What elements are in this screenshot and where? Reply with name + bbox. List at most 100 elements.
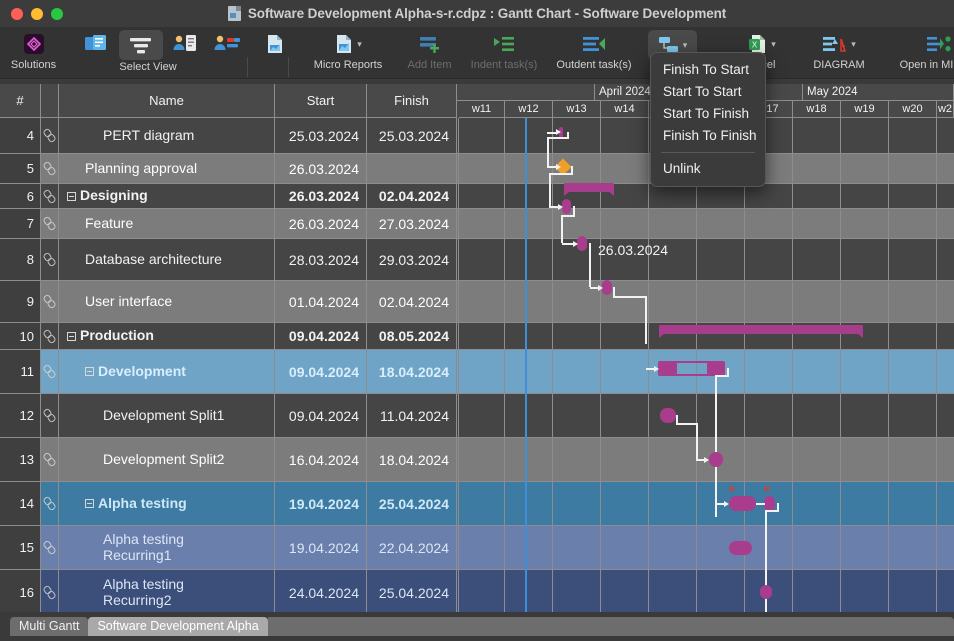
- row-finish-cell[interactable]: 18.04.2024: [367, 350, 457, 394]
- row-name-cell[interactable]: Designing: [59, 184, 275, 209]
- menu-item-start-to-finish[interactable]: Start To Finish: [651, 103, 765, 125]
- link-type-menu[interactable]: Finish To Start Start To Start Start To …: [650, 52, 766, 187]
- row-start-cell[interactable]: 26.03.2024: [275, 209, 367, 239]
- row-finish-cell[interactable]: 02.04.2024: [367, 184, 457, 209]
- row-finish-cell[interactable]: 25.04.2024: [367, 482, 457, 526]
- row-start-cell[interactable]: 09.04.2024: [275, 394, 367, 438]
- toolbar-button-diagram[interactable]: ▾ DIAGRAM: [808, 29, 870, 71]
- row-link-icon-cell[interactable]: [41, 394, 59, 438]
- minimize-button[interactable]: [31, 8, 43, 20]
- toolbar-button-micro-reports[interactable]: ▾ Micro Reports: [305, 29, 391, 71]
- menu-item-start-to-start[interactable]: Start To Start: [651, 81, 765, 103]
- row-finish-cell[interactable]: 25.03.2024: [367, 118, 457, 154]
- row-name-cell[interactable]: Alpha testing Recurring2: [59, 570, 275, 612]
- gantt-bar-feature[interactable]: [562, 199, 571, 214]
- gantt-bar-development-split2[interactable]: [709, 452, 723, 467]
- tab-multi-gantt[interactable]: Multi Gantt: [10, 617, 88, 636]
- column-header-name[interactable]: Name: [59, 84, 275, 118]
- row-name-cell[interactable]: Planning approval: [59, 154, 275, 184]
- gantt-bar-alpha-testing-recurring1[interactable]: [729, 541, 752, 555]
- row-link-icon-cell[interactable]: [41, 281, 59, 323]
- toolbar-button-add-item[interactable]: Add Item: [398, 29, 461, 71]
- row-link-icon-cell[interactable]: [41, 323, 59, 350]
- gantt-bar-database-architecture[interactable]: [577, 236, 587, 251]
- row-name-cell[interactable]: User interface: [59, 281, 275, 323]
- gantt-summary-bar-designing[interactable]: [564, 183, 614, 192]
- row-link-icon-cell[interactable]: [41, 526, 59, 570]
- row-link-icon-cell[interactable]: [41, 118, 59, 154]
- chevron-down-icon[interactable]: ▾: [771, 40, 776, 49]
- row-finish-cell[interactable]: 08.05.2024: [367, 323, 457, 350]
- row-link-icon-cell[interactable]: [41, 184, 59, 209]
- row-finish-cell[interactable]: 22.04.2024: [367, 526, 457, 570]
- row-link-icon-cell[interactable]: [41, 350, 59, 394]
- menu-item-finish-to-start[interactable]: Finish To Start: [651, 59, 765, 81]
- column-header-icon[interactable]: [41, 84, 59, 118]
- toolbar-button-open-in-mindmanager[interactable]: Open in MINDM: [884, 29, 954, 71]
- row-start-cell[interactable]: 26.03.2024: [275, 154, 367, 184]
- row-start-cell[interactable]: 24.04.2024: [275, 570, 367, 612]
- row-expander-icon[interactable]: [67, 192, 76, 201]
- row-name-cell[interactable]: PERT diagram: [59, 118, 275, 154]
- toolbar-button-report-page[interactable]: [261, 29, 289, 59]
- row-finish-cell[interactable]: 11.04.2024: [367, 394, 457, 438]
- row-link-icon-cell[interactable]: [41, 570, 59, 612]
- gantt-bar-development-part1[interactable]: [660, 363, 677, 374]
- toolbar-button-workload-view[interactable]: [209, 29, 245, 59]
- toolbar-button-solutions[interactable]: Solutions: [0, 29, 67, 71]
- row-start-cell[interactable]: 26.03.2024: [275, 184, 367, 209]
- column-header-finish[interactable]: Finish: [367, 84, 457, 118]
- row-start-cell[interactable]: 25.03.2024: [275, 118, 367, 154]
- row-finish-cell[interactable]: 25.04.2024: [367, 570, 457, 612]
- chevron-down-icon[interactable]: ▾: [357, 40, 362, 49]
- gantt-bar-user-interface[interactable]: [602, 280, 612, 295]
- chevron-down-icon[interactable]: ▾: [683, 41, 688, 50]
- row-start-cell[interactable]: 09.04.2024: [275, 350, 367, 394]
- row-start-cell[interactable]: 28.03.2024: [275, 239, 367, 281]
- row-link-icon-cell[interactable]: [41, 482, 59, 526]
- row-name-cell[interactable]: Development Split2: [59, 438, 275, 482]
- row-finish-cell[interactable]: 02.04.2024: [367, 281, 457, 323]
- gantt-bar-alpha-testing-2[interactable]: [764, 496, 775, 511]
- row-link-icon-cell[interactable]: [41, 209, 59, 239]
- row-expander-icon[interactable]: [85, 367, 94, 376]
- row-name-cell[interactable]: Feature: [59, 209, 275, 239]
- row-start-cell[interactable]: 19.04.2024: [275, 526, 367, 570]
- row-start-cell[interactable]: 19.04.2024: [275, 482, 367, 526]
- row-start-cell[interactable]: 01.04.2024: [275, 281, 367, 323]
- row-name-cell[interactable]: Development: [59, 350, 275, 394]
- chevron-down-icon[interactable]: ▾: [851, 40, 856, 49]
- row-name-cell[interactable]: Development Split1: [59, 394, 275, 438]
- row-name-cell[interactable]: Production: [59, 323, 275, 350]
- row-finish-cell[interactable]: 18.04.2024: [367, 438, 457, 482]
- gantt-bar-development-split1[interactable]: [660, 408, 676, 423]
- toolbar-button-gantt-view[interactable]: [119, 30, 163, 60]
- row-finish-cell[interactable]: 27.03.2024: [367, 209, 457, 239]
- toolbar-button-outdent-task[interactable]: Outdent task(s): [548, 29, 640, 71]
- column-header-number[interactable]: #: [0, 84, 41, 118]
- column-header-start[interactable]: Start: [275, 84, 367, 118]
- toolbar-button-cards-view[interactable]: [80, 29, 112, 59]
- row-start-cell[interactable]: 16.04.2024: [275, 438, 367, 482]
- menu-item-unlink[interactable]: Unlink: [651, 158, 765, 180]
- zoom-button[interactable]: [51, 8, 63, 20]
- row-finish-cell[interactable]: 29.03.2024: [367, 239, 457, 281]
- gantt-summary-bar-production[interactable]: [659, 325, 863, 334]
- row-start-cell[interactable]: 09.04.2024: [275, 323, 367, 350]
- row-expander-icon[interactable]: [67, 332, 76, 341]
- row-link-icon-cell[interactable]: [41, 239, 59, 281]
- tab-software-development-alpha[interactable]: Software Development Alpha: [88, 617, 267, 636]
- gantt-bar-development-part2[interactable]: [707, 363, 723, 374]
- row-name-cell[interactable]: Alpha testing Recurring1: [59, 526, 275, 570]
- row-expander-icon[interactable]: [85, 499, 94, 508]
- gantt-bar-alpha-testing-1[interactable]: [729, 496, 756, 511]
- toolbar-button-resource-view[interactable]: [168, 29, 202, 59]
- gantt-bar-alpha-testing-recurring2[interactable]: [760, 585, 772, 599]
- toolbar-button-indent-task[interactable]: Indent task(s): [462, 29, 546, 71]
- menu-item-finish-to-finish[interactable]: Finish To Finish: [651, 125, 765, 147]
- row-name-cell[interactable]: Database architecture: [59, 239, 275, 281]
- row-finish-cell[interactable]: [367, 154, 457, 184]
- close-button[interactable]: [11, 8, 23, 20]
- row-link-icon-cell[interactable]: [41, 154, 59, 184]
- row-name-cell[interactable]: Alpha testing: [59, 482, 275, 526]
